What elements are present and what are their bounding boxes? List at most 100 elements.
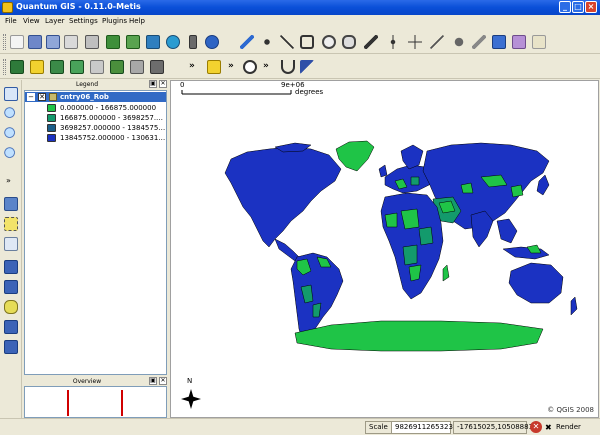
scale-field[interactable]: 9826911265323 xyxy=(391,421,453,434)
new-project-icon[interactable] xyxy=(10,35,24,49)
whats-this-help-icon[interactable] xyxy=(300,60,314,74)
map-composer-icon[interactable] xyxy=(64,35,78,49)
status-bar: Scale 9826911265323 -17615025,10508881 ✕… xyxy=(0,418,600,435)
toolbar-overflow-chevron-3[interactable]: » xyxy=(263,61,269,71)
menu-bar: File View Layer Settings Plugins Help xyxy=(0,15,600,28)
legend-class-item: 13845752.000000 - 130631… xyxy=(47,133,166,143)
delete-selected-icon[interactable] xyxy=(452,35,466,49)
class-swatch xyxy=(47,114,56,122)
edit-attributes-icon[interactable] xyxy=(532,35,546,49)
delete-vertex-icon[interactable] xyxy=(430,35,444,49)
capture-polygon-icon[interactable] xyxy=(300,35,314,49)
map-tips-icon[interactable] xyxy=(4,300,18,314)
split-features-icon[interactable] xyxy=(364,35,378,49)
georeferencer-icon[interactable] xyxy=(90,60,104,74)
attribute-table-icon[interactable] xyxy=(4,237,18,251)
menu-settings[interactable]: Settings xyxy=(69,17,98,25)
add-raster-layer-icon[interactable] xyxy=(126,35,140,49)
menu-file[interactable]: File xyxy=(5,17,17,25)
toolbar-grip[interactable] xyxy=(3,59,6,75)
measure-area-icon[interactable] xyxy=(4,280,18,294)
legend-tree: − ✕ cntry06_Rob 0.000000 - 166875.000000… xyxy=(24,90,167,375)
toolbar-overflow-chevron-v[interactable]: » xyxy=(6,176,11,185)
zoom-full-icon[interactable] xyxy=(4,147,18,161)
capture-icon[interactable] xyxy=(243,60,257,74)
plugin-manager-icon[interactable] xyxy=(30,60,44,74)
overview-icon[interactable] xyxy=(205,35,219,49)
pan-hand-icon[interactable] xyxy=(4,87,18,101)
magnet-icon[interactable] xyxy=(281,60,295,74)
layer-visibility-checkbox[interactable]: ✕ xyxy=(38,93,46,101)
add-wms-layer-icon[interactable] xyxy=(166,35,180,49)
stop-render-icon[interactable]: ✕ xyxy=(530,421,542,433)
add-vector-layer-icon[interactable] xyxy=(106,35,120,49)
copyright-label-icon[interactable] xyxy=(130,60,144,74)
measure-line-icon[interactable] xyxy=(4,260,18,274)
delimited-text-icon[interactable] xyxy=(110,60,124,74)
render-checkbox[interactable]: ✖ xyxy=(545,423,552,432)
scale-label: Scale xyxy=(365,421,392,434)
north-arrow-icon[interactable] xyxy=(150,60,164,74)
capture-point-icon[interactable] xyxy=(260,35,274,49)
copy-features-icon[interactable] xyxy=(492,35,506,49)
minimize-button[interactable]: _ xyxy=(559,1,571,13)
save-as-icon[interactable] xyxy=(46,35,60,49)
remove-layer-icon[interactable] xyxy=(189,35,197,49)
plugin-star-icon[interactable] xyxy=(207,60,221,74)
grid-maker-icon[interactable] xyxy=(50,60,64,74)
legend-class-item: 0.000000 - 166875.000000 xyxy=(47,103,166,113)
toolbar-overflow-chevron[interactable]: » xyxy=(189,61,195,71)
legend-header: Legend ▣ ✕ xyxy=(23,80,168,89)
toolbar-overflow-chevron-2[interactable]: » xyxy=(228,61,234,71)
antarctica xyxy=(294,320,544,352)
identify-features-icon[interactable] xyxy=(4,197,18,211)
legend-float-button[interactable]: ▣ xyxy=(149,80,157,88)
capture-line-icon[interactable] xyxy=(280,35,294,49)
madagascar xyxy=(442,264,450,282)
vector-layer-icon xyxy=(49,93,57,101)
menu-plugins[interactable]: Plugins xyxy=(102,17,127,25)
new-zealand xyxy=(570,296,578,316)
add-postgis-layer-icon[interactable] xyxy=(146,35,160,49)
close-button[interactable]: × xyxy=(585,1,597,13)
cut-features-icon[interactable] xyxy=(472,35,486,49)
africa-mid-2 xyxy=(402,244,418,266)
scale-bar xyxy=(181,90,292,95)
africa-green-2 xyxy=(408,264,422,282)
legend-close-button[interactable]: ✕ xyxy=(159,80,167,88)
copyright-label: © QGIS 2008 xyxy=(547,406,594,414)
move-feature-icon[interactable] xyxy=(408,35,422,49)
zoom-out-icon[interactable] xyxy=(4,127,18,141)
southeast-asia xyxy=(496,218,518,244)
move-vertex-icon[interactable] xyxy=(386,35,400,49)
main-toolbar xyxy=(0,30,600,54)
layer-name: cntry06_Rob xyxy=(60,93,109,101)
save-project-icon[interactable] xyxy=(28,35,42,49)
spit-icon[interactable] xyxy=(10,60,24,74)
japan xyxy=(536,174,550,196)
menu-view[interactable]: View xyxy=(23,17,40,25)
layer-expander[interactable]: − xyxy=(27,93,35,101)
new-bookmark-icon[interactable] xyxy=(4,320,18,334)
select-features-icon[interactable] xyxy=(4,217,18,231)
add-island-icon[interactable] xyxy=(342,35,356,49)
legend-class-item: 166875.000000 - 3698257.… xyxy=(47,113,166,123)
overview-close-button[interactable]: ✕ xyxy=(159,377,167,385)
menu-layer[interactable]: Layer xyxy=(45,17,65,25)
scalebar-min-label: 0 xyxy=(180,81,185,89)
add-ring-icon[interactable] xyxy=(322,35,336,49)
print-icon[interactable] xyxy=(85,35,99,49)
overview-map[interactable] xyxy=(24,386,167,418)
gps-tools-icon[interactable] xyxy=(70,60,84,74)
zoom-in-icon[interactable] xyxy=(4,107,18,121)
scalebar-units: degrees xyxy=(295,88,324,96)
maximize-button[interactable]: □ xyxy=(572,1,584,13)
layer-row-cntry06[interactable]: − ✕ cntry06_Rob xyxy=(25,92,166,102)
menu-help[interactable]: Help xyxy=(129,17,145,25)
paste-features-icon[interactable] xyxy=(512,35,526,49)
overview-float-button[interactable]: ▣ xyxy=(149,377,157,385)
toggle-editing-icon[interactable] xyxy=(240,35,254,49)
toolbar-grip[interactable] xyxy=(3,34,6,50)
map-canvas[interactable]: 0 9e+06 degrees N © QGIS 2008 xyxy=(170,80,599,418)
show-bookmarks-icon[interactable] xyxy=(4,340,18,354)
